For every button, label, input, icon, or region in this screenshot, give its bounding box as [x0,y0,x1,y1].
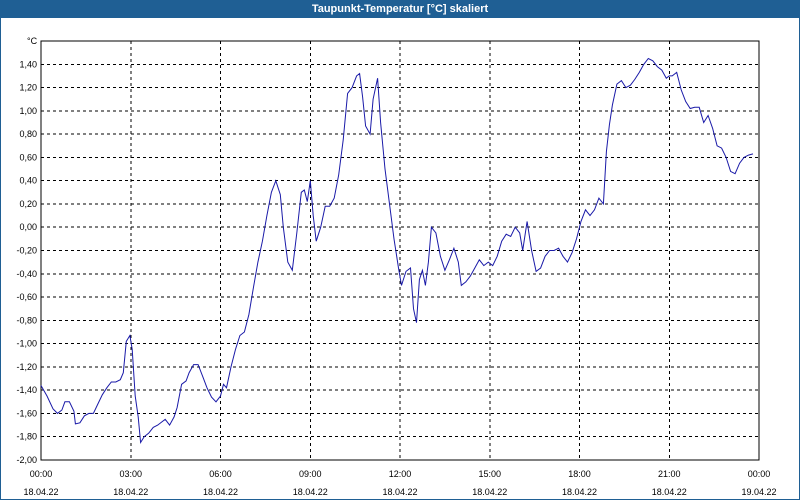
y-tick-label: -2,00 [16,455,37,465]
y-tick-label: -1,80 [16,432,37,442]
x-tick-date-label: 18.04.22 [23,487,58,497]
x-tick-time-label: 12:00 [389,469,412,479]
y-tick-label: -1,00 [16,339,37,349]
y-tick-label: 1,20 [19,83,37,93]
y-tick-label: -0,20 [16,246,37,256]
y-tick-label: 1,40 [19,59,37,69]
y-tick-label: 0,20 [19,199,37,209]
y-tick-label: -1,60 [16,408,37,418]
x-tick-time-label: 06:00 [209,469,232,479]
x-tick-time-label: 00:00 [30,469,53,479]
y-tick-label: 0,00 [19,222,37,232]
line-chart: °C 1,40 1,20 1,00 0,80 0,60 0,40 0,20 0,00 -0,20… [16,36,776,497]
x-tick-date-label: 18.04.22 [203,487,238,497]
x-axis: 00:00 18.04.22 03:00 18.04.22 06:00 18.04.22 0… [23,469,776,497]
x-tick-time-label: 15:00 [478,469,501,479]
x-tick-time-label: 00:00 [748,469,771,479]
x-tick-date-label: 18.04.22 [472,487,507,497]
y-tick-label: 0,40 [19,176,37,186]
x-tick-date-label: 18.04.22 [293,487,328,497]
x-tick-date-label: 18.04.22 [113,487,148,497]
y-tick-label: 0,80 [19,129,37,139]
x-tick-time-label: 21:00 [658,469,681,479]
x-tick-time-label: 18:00 [568,469,591,479]
y-tick-label: -1,20 [16,362,37,372]
chart-title: Taupunkt-Temperatur [°C] skaliert [1,1,799,18]
y-tick-label: -1,40 [16,385,37,395]
y-tick-label: -0,40 [16,269,37,279]
y-tick-label: 1,00 [19,106,37,116]
y-tick-label: 0,60 [19,152,37,162]
y-axis-unit-label: °C [27,36,38,46]
chart-window: Taupunkt-Temperatur [°C] skaliert °C 1,4… [0,0,800,500]
x-tick-date-label: 18.04.22 [562,487,597,497]
x-tick-time-label: 03:00 [119,469,142,479]
y-tick-label: -0,60 [16,292,37,302]
x-tick-date-label: 19.04.22 [741,487,776,497]
y-tick-label: -0,80 [16,315,37,325]
y-axis: 1,40 1,20 1,00 0,80 0,60 0,40 0,20 0,00 -0,20 -0,… [16,59,37,465]
grid-lines [40,41,760,461]
x-tick-date-label: 18.04.22 [382,487,417,497]
x-tick-time-label: 09:00 [299,469,322,479]
x-tick-date-label: 18.04.22 [652,487,687,497]
